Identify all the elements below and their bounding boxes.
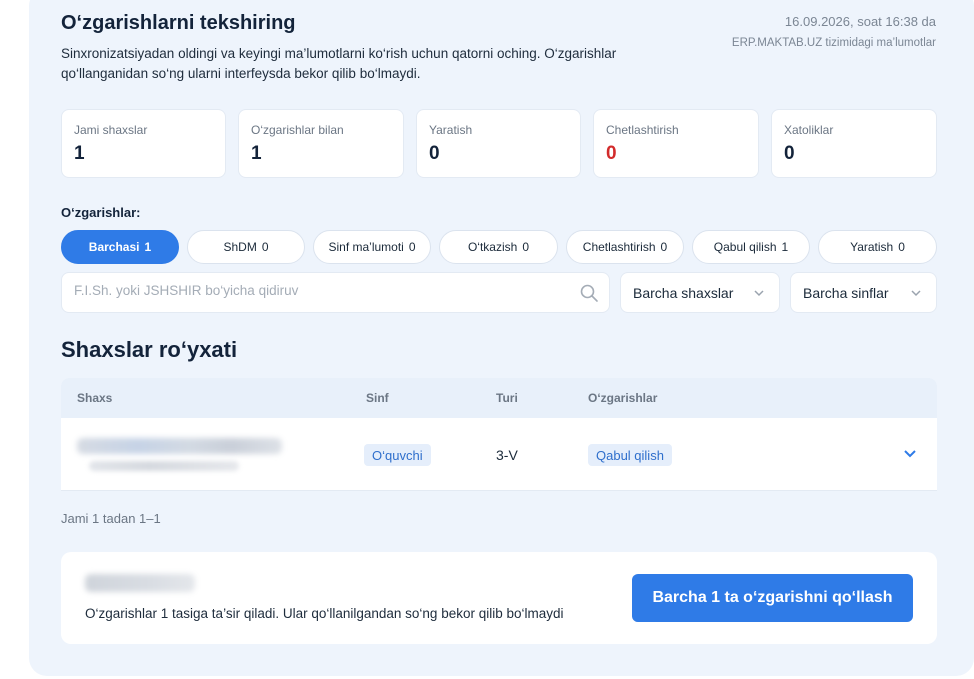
column-header-type: Turi <box>496 391 518 405</box>
persons-select[interactable]: Barcha shaxslar <box>620 272 780 313</box>
apply-footer: O‘zgarishlar 1 tasiga ta’sir qiladi. Ula… <box>61 552 937 644</box>
stat-value: 0 <box>606 143 617 164</box>
stat-label: Xatoliklar <box>784 123 834 137</box>
chip-count: 0 <box>522 240 530 254</box>
column-header-class: Sinf <box>366 391 389 405</box>
person-id-redacted <box>89 461 239 471</box>
stat-label: Chetlashtirish <box>606 123 679 137</box>
stat-label: Jami shaxslar <box>74 123 148 137</box>
chip-count: 0 <box>898 240 905 254</box>
footer-note: O‘zgarishlar 1 tasiga ta’sir qiladi. Ula… <box>85 606 564 621</box>
stat-card-remove: Chetlashtirish 0 <box>593 109 759 178</box>
stat-card-with-changes: O‘zgarishlar bilan 1 <box>238 109 404 178</box>
search-input[interactable] <box>74 283 564 298</box>
chevron-down-icon <box>911 290 921 297</box>
stat-card-create: Yaratish 0 <box>416 109 581 178</box>
changes-filter-label: O‘zgarishlar: <box>61 205 141 220</box>
filter-chip-admission[interactable]: Qabul qilish 1 <box>692 230 810 264</box>
persons-select-value: Barcha shaxslar <box>633 285 734 301</box>
column-header-changes: O‘zgarishlar <box>588 391 658 405</box>
table-header: Shaxs Sinf Turi O‘zgarishlar <box>61 378 937 418</box>
page-subtitle: Sinxronizatsiyadan oldingi va keyingi ma… <box>61 46 617 81</box>
chip-count: 0 <box>261 240 269 254</box>
persons-table: Shaxs Sinf Turi O‘zgarishlar O‘quvchi 3-… <box>61 378 937 491</box>
stat-label: O‘zgarishlar bilan <box>251 123 344 137</box>
chip-label: Chetlashtirish <box>582 240 656 254</box>
stat-label: Yaratish <box>429 123 473 137</box>
stat-card-total: Jami shaxslar 1 <box>61 109 226 178</box>
chip-label: Qabul qilish <box>713 240 777 254</box>
sync-date: 16.09.2026, soat 16:38 da <box>784 14 936 29</box>
classes-select[interactable]: Barcha sinflar <box>790 272 937 313</box>
chip-count: 1 <box>781 240 789 254</box>
chip-count: 0 <box>408 240 416 254</box>
filter-chip-all[interactable]: Barchasi 1 <box>61 230 179 264</box>
footer-summary-redacted <box>85 574 195 592</box>
role-badge: O‘quvchi <box>364 444 431 466</box>
person-name-redacted <box>77 438 282 454</box>
filter-chip-shdm[interactable]: ShDM 0 <box>187 230 305 264</box>
chip-label: Sinf ma’lumoti <box>328 240 404 254</box>
chip-count: 1 <box>144 240 152 254</box>
column-header-person: Shaxs <box>77 391 113 405</box>
chip-label: O‘tkazish <box>467 240 518 254</box>
stat-value: 1 <box>74 143 85 164</box>
stat-card-errors: Xatoliklar 0 <box>771 109 937 178</box>
chip-count: 0 <box>660 240 668 254</box>
filter-chip-class-info[interactable]: Sinf ma’lumoti 0 <box>313 230 431 264</box>
filter-chip-remove[interactable]: Chetlashtirish 0 <box>566 230 684 264</box>
persons-list-title: Shaxslar ro‘yxati <box>61 337 238 362</box>
pagination-info: Jami 1 tadan 1–1 <box>61 511 161 526</box>
stat-value: 1 <box>251 143 262 164</box>
page-title: O‘zgarishlarni tekshiring <box>61 12 296 34</box>
chip-label: ShDM <box>223 240 257 254</box>
chevron-down-icon[interactable] <box>903 446 917 460</box>
data-source: ERP.MAKTAB.UZ tizimidagi ma’lumotlar <box>731 37 936 49</box>
chip-label: Yaratish <box>850 240 894 254</box>
chevron-down-icon <box>754 290 764 297</box>
search-box[interactable] <box>61 272 610 313</box>
stat-value: 0 <box>429 143 440 164</box>
classes-select-value: Barcha sinflar <box>803 285 889 301</box>
filter-chip-create[interactable]: Yaratish 0 <box>818 230 937 264</box>
stat-value: 0 <box>784 143 795 164</box>
chip-label: Barchasi <box>88 240 140 254</box>
class-cell: 3-V <box>496 447 518 463</box>
search-icon[interactable] <box>579 283 599 303</box>
apply-all-button[interactable]: Barcha 1 ta o‘zgarishni qo‘llash <box>632 574 913 622</box>
change-badge: Qabul qilish <box>588 444 672 466</box>
filter-chip-transfer[interactable]: O‘tkazish 0 <box>439 230 558 264</box>
